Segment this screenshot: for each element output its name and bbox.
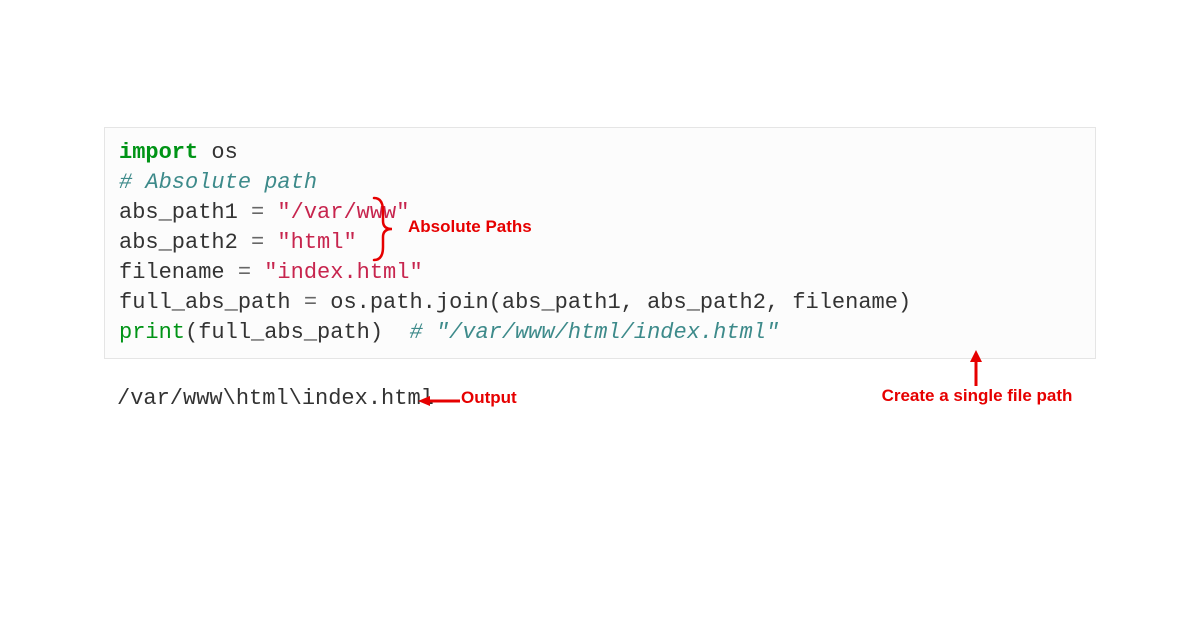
equals-op: = bbox=[238, 260, 251, 285]
print-args: (full_abs_path) bbox=[185, 320, 409, 345]
arrow-left-icon bbox=[418, 394, 460, 406]
var-abs-path1: abs_path1 bbox=[119, 200, 251, 225]
annotation-output: Output bbox=[461, 388, 517, 408]
keyword-import: import bbox=[119, 140, 198, 165]
code-line-6: filename = "index.html" bbox=[119, 258, 1081, 288]
equals-op: = bbox=[251, 230, 264, 255]
code-line-5: abs_path2 = "html" bbox=[119, 228, 1081, 258]
brace-icon bbox=[370, 196, 400, 262]
os-path-join-call: os.path.join(abs_path1, abs_path2, filen… bbox=[317, 290, 911, 315]
string-html: "html" bbox=[264, 230, 356, 255]
code-line-3: # Absolute path bbox=[119, 168, 1081, 198]
equals-op: = bbox=[251, 200, 264, 225]
module-name: os bbox=[198, 140, 238, 165]
code-line-1: import os bbox=[119, 138, 1081, 168]
keyword-print: print bbox=[119, 320, 185, 345]
output-text: /var/www\html\index.html bbox=[117, 386, 434, 411]
arrow-up-icon bbox=[968, 350, 984, 386]
comment-absolute: # Absolute path bbox=[119, 170, 317, 195]
var-filename: filename bbox=[119, 260, 238, 285]
var-full-abs-path: full_abs_path bbox=[119, 290, 304, 315]
var-abs-path2: abs_path2 bbox=[119, 230, 251, 255]
string-index-html: "index.html" bbox=[251, 260, 423, 285]
comment-expected: # "/var/www/html/index.html" bbox=[409, 320, 779, 345]
code-line-8: print(full_abs_path) # "/var/www/html/in… bbox=[119, 318, 1081, 348]
code-block: import os # Absolute path abs_path1 = "/… bbox=[104, 127, 1096, 359]
code-line-4: abs_path1 = "/var/www" bbox=[119, 198, 1081, 228]
annotation-absolute-paths: Absolute Paths bbox=[408, 217, 532, 237]
annotation-single-file: Create a single file path bbox=[877, 385, 1077, 407]
equals-op: = bbox=[304, 290, 317, 315]
code-line-7: full_abs_path = os.path.join(abs_path1, … bbox=[119, 288, 1081, 318]
